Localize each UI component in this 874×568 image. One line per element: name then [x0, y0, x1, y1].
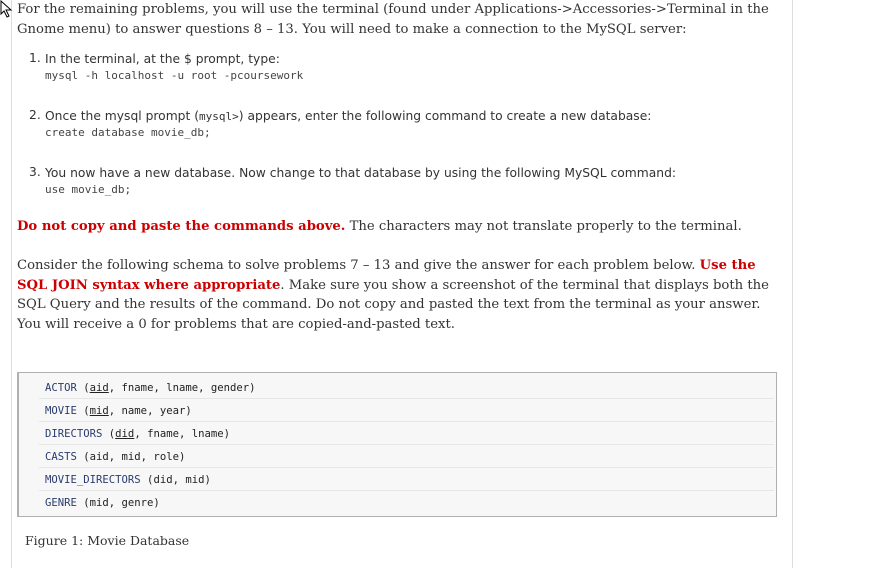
primary-key: mid: [89, 405, 109, 417]
columns: mid, genre): [89, 497, 160, 509]
schema-text: Consider the following schema to solve p…: [17, 258, 700, 273]
table-name: MOVIE_DIRECTORS: [45, 474, 141, 486]
table-name: CASTS: [45, 451, 77, 463]
columns: , fname, lname): [134, 428, 230, 440]
schema-row-actor: ACTOR (aid, fname, lname, gender): [45, 382, 256, 394]
content-right-border: [792, 0, 793, 568]
schema-code-box: ACTOR (aid, fname, lname, gender) MOVIE …: [17, 372, 777, 517]
table-name: GENRE: [45, 497, 77, 509]
instruction-list: 1. In the terminal, at the $ prompt, typ…: [17, 51, 676, 198]
row-divider: [39, 490, 774, 491]
columns: aid, mid, role): [89, 451, 186, 463]
step-text-part: Once the mysql prompt (: [45, 109, 200, 123]
schema-row-genre: GENRE (mid, genre): [45, 497, 160, 509]
step-2: 2. Once the mysql prompt (mysql>) appear…: [17, 108, 676, 165]
step-number: 2.: [29, 108, 41, 122]
content-left-border: [11, 0, 12, 568]
command-code: use movie_db;: [45, 183, 132, 196]
columns: , name, year): [108, 405, 192, 417]
warning-rest: The characters may not translate properl…: [345, 219, 742, 234]
schema-row-directors: DIRECTORS (did, fname, lname): [45, 428, 230, 440]
schema-row-casts: CASTS (aid, mid, role): [45, 451, 186, 463]
mouse-pointer-icon: [0, 0, 13, 18]
intro-paragraph: For the remaining problems, you will use…: [17, 2, 769, 37]
step-text: Once the mysql prompt (mysql>) appears, …: [45, 108, 676, 125]
schema-row-movie-directors: MOVIE_DIRECTORS (did, mid): [45, 474, 211, 486]
primary-key: did: [115, 428, 135, 440]
columns: , fname, lname, gender): [108, 382, 256, 394]
table-name: MOVIE: [45, 405, 77, 417]
columns: did, mid): [153, 474, 211, 486]
table-name: ACTOR: [45, 382, 77, 394]
step-text: You now have a new database. Now change …: [45, 166, 677, 180]
warning-paragraph: Do not copy and paste the commands above…: [17, 217, 777, 237]
command-code: create database movie_db;: [45, 126, 211, 139]
step-text-part: ) appears, enter the following command t…: [238, 109, 652, 123]
warning-bold: Do not copy and paste the commands above…: [17, 219, 346, 234]
step-number: 1.: [29, 51, 41, 65]
row-divider: [39, 467, 774, 468]
primary-key: aid: [89, 382, 109, 394]
row-divider: [39, 398, 774, 399]
row-divider: [39, 444, 774, 445]
step-number: 3.: [29, 165, 41, 179]
figure-caption: Figure 1: Movie Database: [25, 533, 190, 548]
step-1: 1. In the terminal, at the $ prompt, typ…: [17, 51, 676, 108]
step-3: 3. You now have a new database. Now chan…: [17, 165, 676, 198]
inline-code: mysql>: [199, 110, 239, 123]
schema-instructions: Consider the following schema to solve p…: [17, 256, 787, 334]
command-code: mysql -h localhost -u root -pcoursework: [45, 69, 304, 82]
step-text: In the terminal, at the $ prompt, type:: [45, 52, 280, 66]
table-name: DIRECTORS: [45, 428, 103, 440]
row-divider: [39, 421, 774, 422]
schema-row-movie: MOVIE (mid, name, year): [45, 405, 192, 417]
